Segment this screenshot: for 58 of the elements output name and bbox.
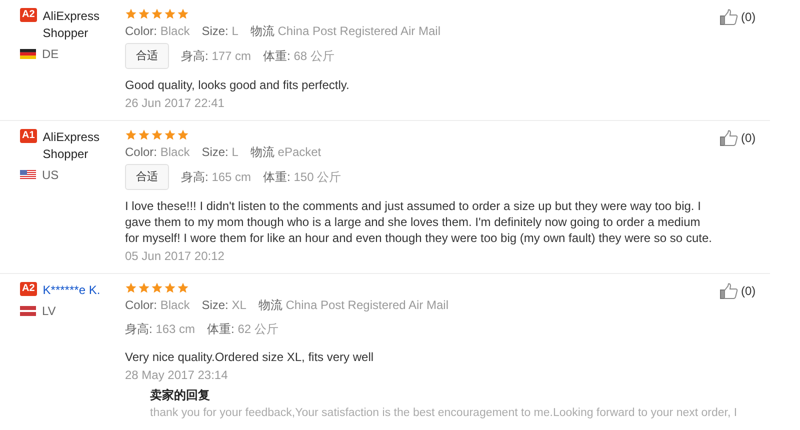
star-icon (177, 129, 189, 141)
flag-icon (20, 306, 36, 316)
star-icon (151, 129, 163, 141)
attribute-text: Color: Black (125, 297, 190, 313)
attribute-text: 物流 ePacket (250, 144, 322, 160)
level-badge: A2 (20, 8, 37, 22)
star-icon (138, 8, 150, 20)
level-badge: A1 (20, 129, 37, 143)
country-code: US (42, 167, 59, 183)
measurement-text: 身高: 163 cm (125, 321, 196, 337)
thumbs-up-icon[interactable] (720, 130, 738, 146)
thumbs-up-icon[interactable] (720, 283, 738, 299)
flag-icon (20, 170, 36, 180)
measurement-text: 身高: 165 cm (181, 169, 252, 185)
country-code: LV (42, 303, 56, 319)
review-date: 26 Jun 2017 22:41 (125, 95, 226, 111)
like-count: (0) (741, 130, 756, 146)
user-name: AliExpress Shopper (42, 129, 100, 163)
attribute-text: 物流 China Post Registered Air Mail (250, 23, 441, 39)
attribute-text: Color: Black (125, 23, 190, 39)
fit-tag: 合适 (125, 43, 169, 69)
user-name[interactable]: K******e K. (42, 282, 100, 299)
star-icon (164, 8, 176, 20)
review-text: Very nice quality.Ordered size XL, fits very well (125, 349, 375, 365)
review-text: I love these!!! I didn't listen to the comments and just assumed to order a size up but they were way too big. I gave them to my mom though who is a large and she loves them. I'm definitely now going to order a medium for myself! I wore them for like an hour and even though they were too big (my own fault) they were so so cute. (125, 198, 712, 246)
review-text: Good quality, looks good and fits perfectly. (125, 77, 350, 93)
country-code: DE (42, 46, 59, 62)
like-count: (0) (741, 283, 756, 299)
review-date: 05 Jun 2017 20:12 (125, 248, 226, 264)
fit-tag: 合适 (125, 164, 169, 190)
star-icon (164, 129, 176, 141)
attribute-text: Size: L (202, 144, 238, 160)
measurement-text: 体重: 150 公斤 (263, 169, 342, 185)
attribute-text: 物流 China Post Registered Air Mail (258, 297, 449, 313)
like-count: (0) (741, 9, 756, 25)
star-icon (177, 282, 189, 294)
attribute-text: Color: Black (125, 144, 190, 160)
attribute-text: Size: L (202, 23, 238, 39)
star-icon (125, 282, 137, 294)
thumbs-up-icon[interactable] (720, 9, 738, 25)
star-icon (138, 282, 150, 294)
reply-title: 卖家的回复 (150, 387, 211, 403)
flag-icon (20, 49, 36, 59)
star-icon (125, 8, 137, 20)
star-icon (151, 8, 163, 20)
measurement-text: 体重: 68 公斤 (263, 48, 334, 64)
reply-text: thank you for your feedback,Your satisfaction is the best encouragement to me.Looking forward to your next order, I (150, 406, 738, 421)
star-icon (164, 282, 176, 294)
star-icon (151, 282, 163, 294)
star-icon (138, 129, 150, 141)
star-icon (177, 8, 189, 20)
star-icon (125, 129, 137, 141)
user-name: AliExpress Shopper (42, 8, 100, 42)
attribute-text: Size: XL (202, 297, 246, 313)
measurement-text: 身高: 177 cm (181, 48, 252, 64)
review-date: 28 May 2017 23:14 (125, 367, 229, 383)
level-badge: A2 (20, 282, 37, 296)
measurement-text: 体重: 62 公斤 (207, 321, 278, 337)
